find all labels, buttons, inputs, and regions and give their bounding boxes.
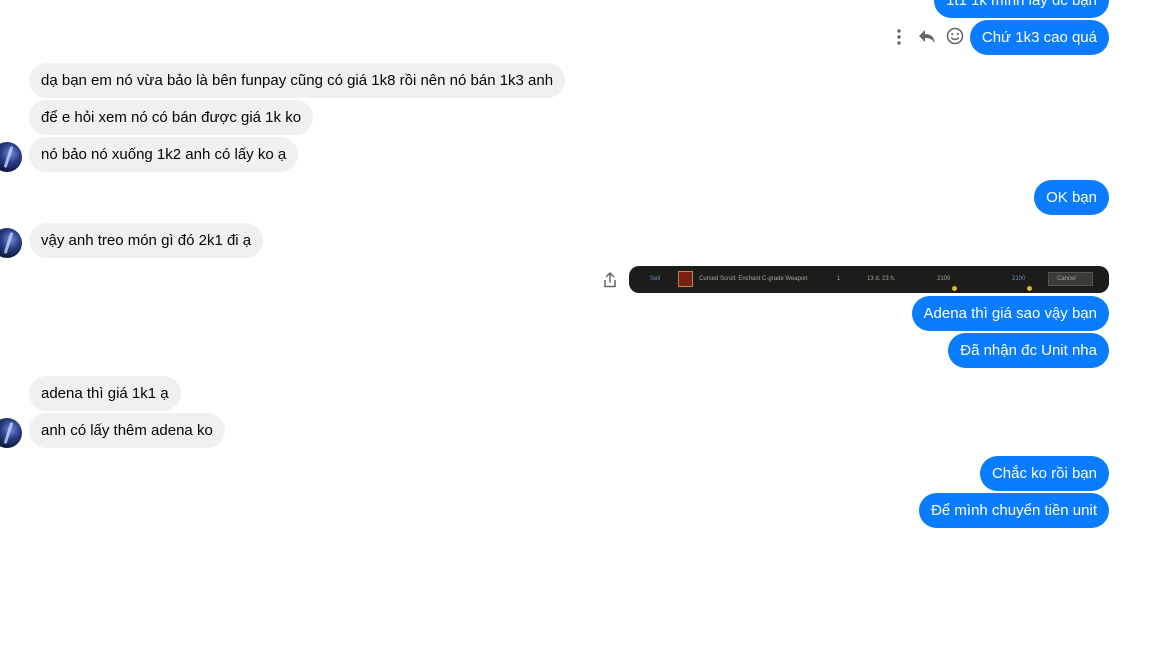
- message-outgoing[interactable]: Chứ 1k3 cao quá: [969, 20, 1109, 55]
- message-outgoing[interactable]: Adena thì giá sao vậy bạn: [911, 296, 1109, 331]
- message-outgoing[interactable]: 1t1 1k mình lấy dc bạn: [934, 0, 1109, 18]
- message-incoming[interactable]: adena thì giá 1k1 ạ: [29, 376, 181, 411]
- attachment-price: 2100: [937, 276, 958, 291]
- reply-icon[interactable]: [916, 26, 938, 48]
- message-outgoing[interactable]: Để mình chuyển tiền unit: [919, 493, 1109, 528]
- message-incoming[interactable]: dạ bạn em nó vừa bảo là bên funpay cũng …: [29, 63, 566, 98]
- attachment-total: 2100: [1012, 276, 1033, 291]
- message-outgoing[interactable]: Đã nhận đc Unit nha: [948, 333, 1109, 368]
- more-vertical-icon[interactable]: [890, 26, 908, 48]
- image-attachment[interactable]: Sell Cursed Scroll: Enchant C-grade Weap…: [629, 266, 1109, 293]
- cancel-label: Cancel: [1057, 276, 1076, 282]
- attachment-action: Sell: [650, 276, 661, 282]
- avatar[interactable]: [0, 418, 22, 448]
- message-incoming[interactable]: anh có lấy thêm adena ko: [29, 413, 225, 448]
- price-value: 2100: [937, 276, 951, 282]
- message-outgoing[interactable]: Chắc ko rồi bạn: [979, 456, 1109, 491]
- message-incoming[interactable]: nó bảo nó xuống 1k2 anh có lấy ko ạ: [29, 137, 299, 172]
- adena-coin-icon: [1027, 286, 1033, 291]
- smiley-icon[interactable]: [944, 25, 966, 47]
- attachment-time-left: 13 d. 23 h.: [867, 276, 896, 282]
- message-outgoing[interactable]: OK bạn: [1034, 180, 1109, 215]
- total-value: 2100: [1012, 276, 1026, 282]
- attachment-cancel-button: Cancel: [1048, 272, 1093, 286]
- share-icon[interactable]: [601, 270, 619, 290]
- avatar[interactable]: [0, 142, 22, 172]
- item-scroll-icon: [678, 271, 693, 287]
- adena-coin-icon: [952, 286, 958, 291]
- avatar[interactable]: [0, 228, 22, 258]
- attachment-quantity: 1: [837, 276, 841, 282]
- message-incoming[interactable]: vậy anh treo món gì đó 2k1 đi ạ: [29, 223, 264, 258]
- attachment-item-name: Cursed Scroll: Enchant C-grade Weapon: [699, 276, 808, 282]
- message-incoming[interactable]: để e hỏi xem nó có bán được giá 1k ko: [29, 100, 314, 135]
